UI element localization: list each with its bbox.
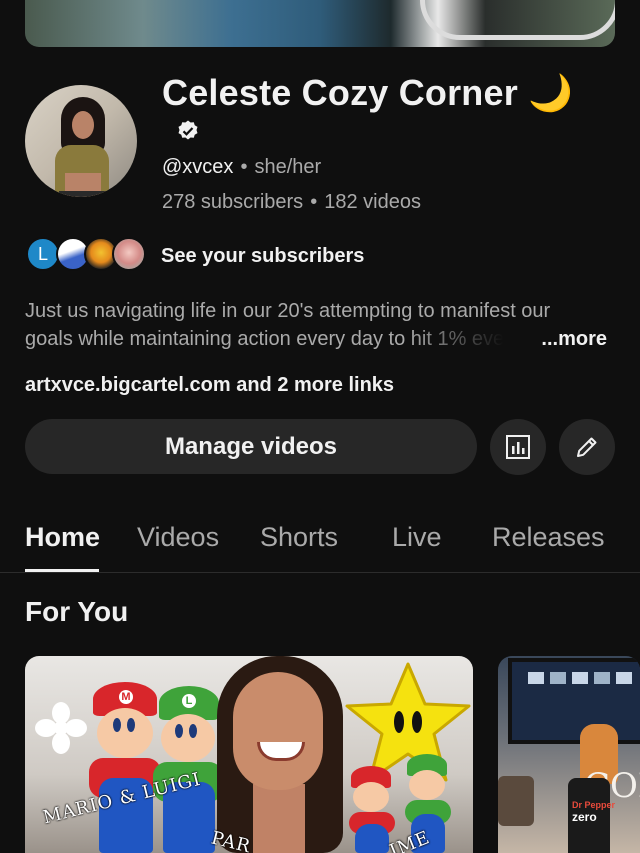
description-line-text: goals while maintaining action every day… [25,328,505,350]
luigi-cap-letter: L [182,694,196,708]
video-count: 182 videos [324,191,421,213]
channel-banner[interactable] [25,0,615,47]
luigi-face [161,714,215,762]
verified-badge-icon [178,120,198,140]
channel-name: Celeste Cozy Corner 🌙 [162,72,573,114]
small-mario-face [353,782,389,812]
see-subscribers-link[interactable]: See your subscribers [161,245,364,268]
monitor-image [508,658,640,744]
flower-icon [35,702,87,754]
channel-avatar[interactable] [25,85,137,197]
analytics-icon [506,435,530,459]
more-links-text[interactable]: and 2 more links [236,374,394,396]
description-line: goals while maintaining action every day… [25,325,615,353]
tab-live[interactable]: Live [392,522,442,553]
subscriber-avatar [112,237,146,271]
channel-pronouns: she/her [254,156,322,178]
subscriber-avatar: L [26,237,60,271]
channel-tabs: Home Videos Shorts Live Releases [0,510,640,573]
tab-home[interactable]: Home [25,522,100,553]
channel-name-text: Celeste Cozy Corner [162,72,518,113]
separator-dot: • [240,156,248,178]
channel-stats: 278 subscribers • 182 videos [162,191,421,214]
active-tab-indicator [25,569,99,572]
banner-image-detail [420,0,615,40]
pencil-icon [577,437,597,457]
desktop-icons [528,672,632,684]
channel-handle-line: @xvcex • she/her [162,156,321,179]
soda-can-label: Dr Pepper zero [572,800,615,824]
mug-image [498,776,534,826]
tab-videos[interactable]: Videos [137,522,219,553]
more-link[interactable]: ...more [535,325,607,353]
mario-eye [113,718,121,732]
tab-shorts[interactable]: Shorts [260,522,338,553]
video-thumbnail[interactable]: M L MARIO & LUIGI PAR IME [25,656,473,853]
separator-dot: • [310,191,318,213]
analytics-button[interactable] [490,419,546,475]
mario-cap-letter: M [119,690,133,704]
soda-can-sub: zero [572,810,597,824]
edit-channel-button[interactable] [559,419,615,475]
subscriber-avatars[interactable]: L [26,237,150,273]
channel-link-url[interactable]: artxvce.bigcartel.com [25,374,231,396]
channel-handle: @xvcex [162,156,234,178]
mario-eye [127,718,135,732]
luigi-eye [175,724,183,738]
avatar-shorts [59,191,107,197]
person-face [233,672,323,790]
moon-emoji: 🌙 [528,72,574,113]
small-luigi-face [409,770,445,800]
small-mario-figure [347,766,397,853]
soda-can-brand: Dr Pepper [572,800,616,810]
avatar-face [72,111,94,139]
luigi-eye [189,724,197,738]
channel-description[interactable]: Just us navigating life in our 20's atte… [25,297,615,353]
manage-videos-button[interactable]: Manage videos [25,419,477,474]
subscriber-count: 278 subscribers [162,191,304,213]
person-neck [253,784,305,853]
section-title: For You [25,596,129,627]
tab-releases[interactable]: Releases [492,522,605,553]
channel-links[interactable]: artxvce.bigcartel.com and 2 more links [25,374,394,397]
mario-face [97,708,153,758]
description-line: Just us navigating life in our 20's atte… [25,300,551,322]
video-thumbnail[interactable]: COFF Dr Pepper zero [498,656,640,853]
small-mario-overalls [355,824,389,853]
